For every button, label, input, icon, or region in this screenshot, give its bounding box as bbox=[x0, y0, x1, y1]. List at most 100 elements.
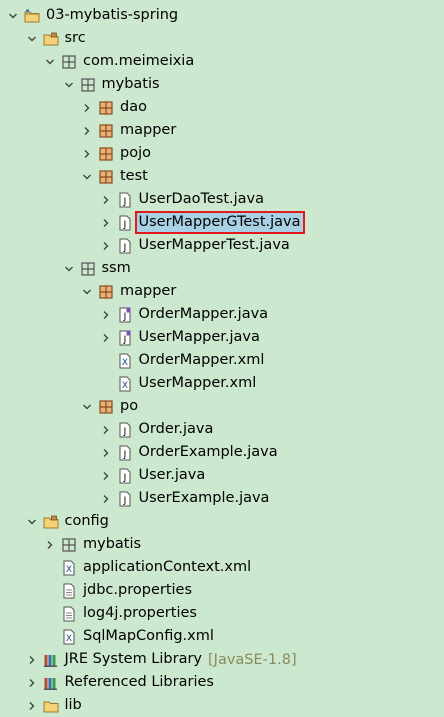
tree-item-package-pojo[interactable]: pojo bbox=[0, 142, 444, 165]
java-file-icon: J bbox=[117, 491, 133, 507]
chevron-down-icon[interactable] bbox=[82, 395, 92, 418]
chevron-down-icon[interactable] bbox=[64, 73, 74, 96]
library-icon bbox=[43, 675, 59, 691]
chevron-right-icon[interactable] bbox=[101, 441, 111, 464]
xml-file-icon: X bbox=[61, 629, 77, 645]
tree-item-usermappertest[interactable]: J UserMapperTest.java bbox=[0, 234, 444, 257]
svg-text:J: J bbox=[122, 220, 126, 230]
tree-item-package-dao[interactable]: dao bbox=[0, 96, 444, 119]
tree-item-config-mybatis[interactable]: mybatis bbox=[0, 533, 444, 556]
tree-item-label: test bbox=[120, 168, 148, 184]
tree-item-config[interactable]: config bbox=[0, 510, 444, 533]
tree-item-label: UserMapper.java bbox=[138, 329, 260, 345]
package-icon bbox=[80, 261, 96, 277]
tree-item-log4j-properties[interactable]: log4j.properties bbox=[0, 602, 444, 625]
chevron-right-icon[interactable] bbox=[101, 326, 111, 349]
tree-item-usermappergtest[interactable]: J UserMapperGTest.java bbox=[0, 211, 444, 234]
chevron-right-icon[interactable] bbox=[45, 533, 55, 556]
chevron-right-icon[interactable] bbox=[82, 119, 92, 142]
tree-item-lib[interactable]: lib bbox=[0, 694, 444, 717]
tree-item-sqlmapconfig-xml[interactable]: X SqlMapConfig.xml bbox=[0, 625, 444, 648]
tree-item-userdaotest[interactable]: J UserDaoTest.java bbox=[0, 188, 444, 211]
chevron-down-icon[interactable] bbox=[45, 50, 55, 73]
chevron-right-icon[interactable] bbox=[101, 487, 111, 510]
tree-item-label: User.java bbox=[138, 467, 206, 483]
tree-item-applicationcontext-xml[interactable]: XapplicationContext.xml bbox=[0, 556, 444, 579]
svg-text:J: J bbox=[122, 450, 126, 460]
tree-item-package-ssm[interactable]: ssm bbox=[0, 257, 444, 280]
tree-item-package-mapper[interactable]: mapper bbox=[0, 119, 444, 142]
tree-item-label: mybatis bbox=[83, 536, 142, 552]
tree-item-label: UserMapper.xml bbox=[138, 375, 257, 391]
chevron-right-icon[interactable] bbox=[101, 234, 111, 257]
chevron-down-icon[interactable] bbox=[82, 280, 92, 303]
svg-text:J: J bbox=[122, 197, 126, 207]
package-filled-icon bbox=[98, 399, 114, 415]
tree-item-label: config bbox=[64, 513, 109, 529]
library-icon bbox=[43, 652, 59, 668]
tree-item-jdbc-properties[interactable]: jdbc.properties bbox=[0, 579, 444, 602]
tree-item-src[interactable]: src bbox=[0, 27, 444, 50]
tree-item-package-mybatis[interactable]: mybatis bbox=[0, 73, 444, 96]
tree-item-referenced-libraries[interactable]: Referenced Libraries bbox=[0, 671, 444, 694]
chevron-right-icon[interactable] bbox=[82, 96, 92, 119]
tree-item-project[interactable]: 03-mybatis-spring bbox=[0, 4, 444, 27]
chevron-right-icon[interactable] bbox=[101, 211, 111, 234]
chevron-down-icon[interactable] bbox=[27, 510, 37, 533]
chevron-down-icon[interactable] bbox=[82, 165, 92, 188]
tree-item-label: mybatis bbox=[101, 76, 160, 92]
java-file-icon: J bbox=[117, 422, 133, 438]
tree-item-ordermapper-java[interactable]: J OrderMapper.java bbox=[0, 303, 444, 326]
java-interface-icon: J bbox=[117, 307, 133, 323]
tree-item-user-java[interactable]: J User.java bbox=[0, 464, 444, 487]
package-filled-icon bbox=[98, 100, 114, 116]
java-file-icon: J bbox=[117, 468, 133, 484]
text-file-icon bbox=[61, 583, 77, 599]
tree-item-order-java[interactable]: J Order.java bbox=[0, 418, 444, 441]
tree-item-package-po[interactable]: po bbox=[0, 395, 444, 418]
java-file-icon: J bbox=[117, 238, 133, 254]
tree-item-package-com-meimeixia[interactable]: com.meimeixia bbox=[0, 50, 444, 73]
chevron-right-icon[interactable] bbox=[27, 648, 37, 671]
svg-text:J: J bbox=[122, 335, 126, 345]
chevron-down-icon[interactable] bbox=[64, 257, 74, 280]
tree-item-label: Referenced Libraries bbox=[64, 674, 214, 690]
svg-text:X: X bbox=[66, 565, 72, 575]
java-file-icon: J bbox=[117, 192, 133, 208]
svg-text:X: X bbox=[121, 358, 127, 368]
tree-item-package-test[interactable]: test bbox=[0, 165, 444, 188]
xml-file-icon: X bbox=[61, 560, 77, 576]
chevron-right-icon[interactable] bbox=[101, 418, 111, 441]
chevron-right-icon[interactable] bbox=[27, 671, 37, 694]
chevron-right-icon[interactable] bbox=[27, 694, 37, 717]
tree-item-jre-library[interactable]: JRE System Library [JavaSE-1.8] bbox=[0, 648, 444, 671]
chevron-right-icon[interactable] bbox=[101, 188, 111, 211]
java-file-icon: J bbox=[117, 445, 133, 461]
tree-item-label: OrderMapper.xml bbox=[138, 352, 265, 368]
chevron-down-icon[interactable] bbox=[8, 4, 18, 27]
tree-item-label: 03-mybatis-spring bbox=[46, 7, 179, 23]
tree-item-label: jdbc.properties bbox=[83, 582, 193, 598]
tree-item-ordermapper-xml[interactable]: X OrderMapper.xml bbox=[0, 349, 444, 372]
tree-item-usermapper-xml[interactable]: X UserMapper.xml bbox=[0, 372, 444, 395]
chevron-down-icon[interactable] bbox=[27, 27, 37, 50]
package-icon bbox=[80, 77, 96, 93]
chevron-right-icon[interactable] bbox=[101, 464, 111, 487]
package-filled-icon bbox=[98, 284, 114, 300]
tree-item-label: mapper bbox=[120, 283, 177, 299]
tree-item-label: SqlMapConfig.xml bbox=[83, 628, 214, 644]
tree-item-label: src bbox=[64, 30, 86, 46]
tree-item-userexample-java[interactable]: J UserExample.java bbox=[0, 487, 444, 510]
chevron-right-icon[interactable] bbox=[101, 303, 111, 326]
source-folder-icon bbox=[43, 31, 59, 47]
folder-icon bbox=[43, 698, 59, 714]
chevron-right-icon[interactable] bbox=[82, 142, 92, 165]
tree-item-orderexample-java[interactable]: J OrderExample.java bbox=[0, 441, 444, 464]
tree-item-usermapper-java[interactable]: J UserMapper.java bbox=[0, 326, 444, 349]
tree-item-package-ssm-mapper[interactable]: mapper bbox=[0, 280, 444, 303]
svg-text:J: J bbox=[122, 243, 126, 253]
tree-item-label: com.meimeixia bbox=[83, 53, 195, 69]
